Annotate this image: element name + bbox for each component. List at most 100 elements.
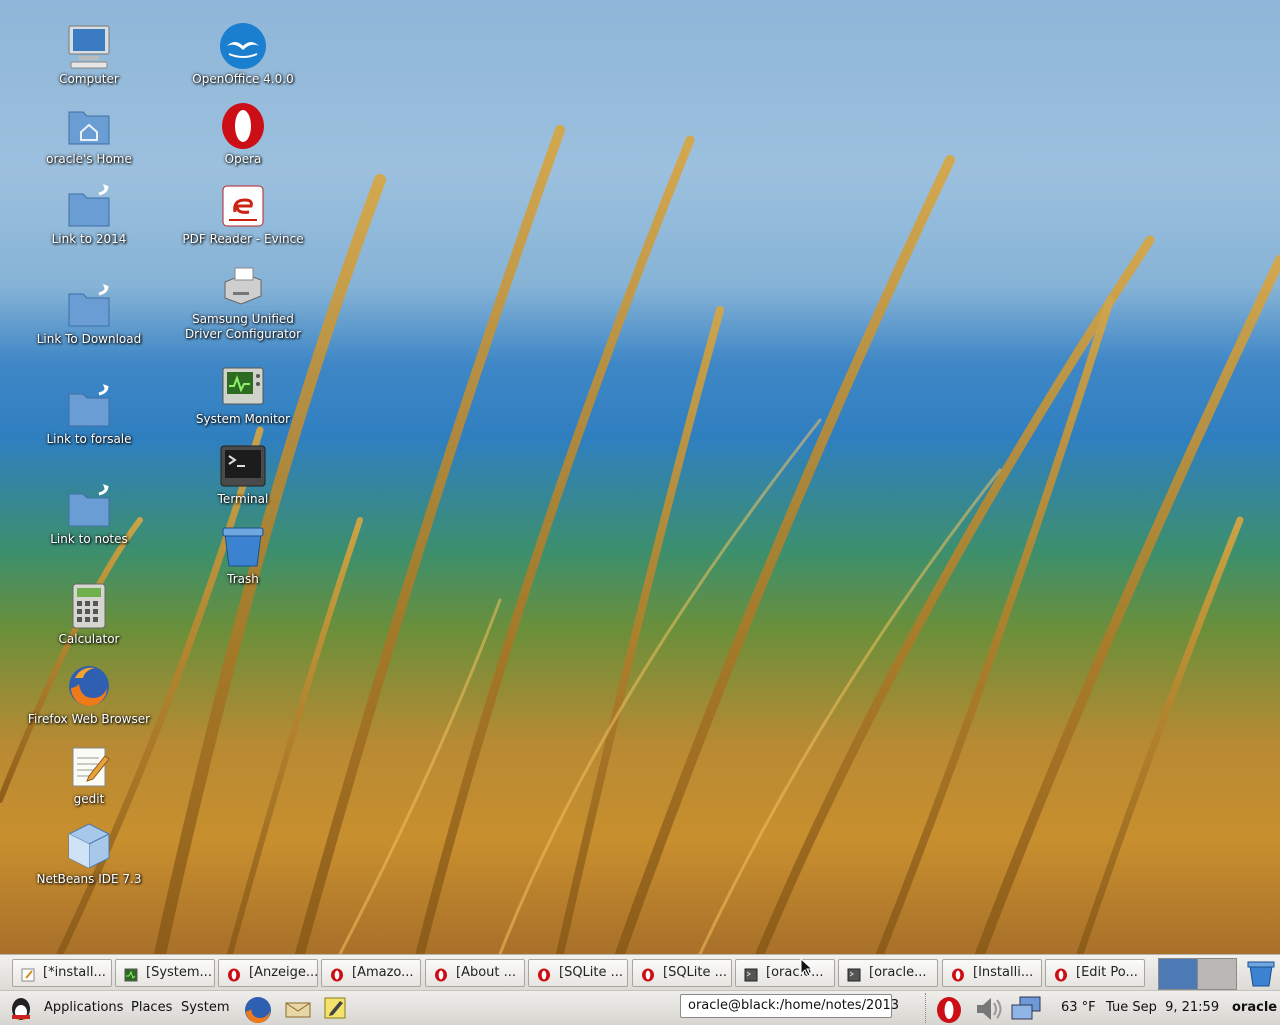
task-button[interactable]: [Edit Po...	[1045, 959, 1145, 987]
task-button[interactable]: [System...	[115, 959, 215, 987]
trash-desktop-icon[interactable]: Trash	[168, 522, 318, 587]
task-label: [Installi...	[973, 965, 1034, 980]
trash-label: Trash	[227, 572, 259, 586]
system-monitor-icon	[124, 966, 138, 982]
computer-icon	[65, 22, 113, 70]
task-button[interactable]: [SQLite ...	[632, 959, 732, 987]
link-notes-desktop-icon[interactable]: Link to notes	[14, 482, 164, 547]
task-button[interactable]: [About ...	[425, 959, 525, 987]
panel-separator	[925, 993, 927, 1023]
netbeans-cube-icon	[65, 822, 113, 870]
firefox-desktop-icon[interactable]: Firefox Web Browser	[14, 662, 164, 727]
opera-desktop-icon[interactable]: Opera	[168, 102, 318, 167]
workspace-2-button[interactable]	[1197, 958, 1237, 990]
gedit-icon	[65, 742, 113, 790]
openoffice-gull-icon	[219, 22, 267, 70]
terminal-label: Terminal	[217, 492, 269, 506]
task-button[interactable]: [SQLite ...	[528, 959, 628, 987]
task-label: [System...	[146, 965, 212, 980]
firefox-label: Firefox Web Browser	[27, 712, 151, 726]
opera-tray-icon[interactable]	[935, 995, 961, 1023]
window-list-bar: [*install... [System... [Anzeige... [Ama…	[0, 954, 1280, 991]
calculator-desktop-icon[interactable]: Calculator	[14, 582, 164, 647]
task-label: [About ...	[456, 965, 517, 980]
folder-link-icon	[65, 382, 113, 430]
workspace-1-button[interactable]	[1158, 958, 1198, 990]
link-forsale-desktop-icon[interactable]: Link to forsale	[14, 382, 164, 447]
openoffice-label: OpenOffice 4.0.0	[192, 72, 294, 86]
system-menu[interactable]: System	[181, 1000, 229, 1015]
computer-desktop-icon[interactable]: Computer	[14, 22, 164, 87]
task-button[interactable]: [Installi...	[942, 959, 1042, 987]
desktop-wallpaper: Computer oracle's Home Link to 2014 Link…	[0, 0, 1280, 954]
home-folder-icon	[65, 102, 113, 150]
samsung-label-line2: Driver Configurator	[184, 327, 302, 341]
task-label: [Edit Po...	[1076, 965, 1138, 980]
opera-icon	[1054, 966, 1068, 982]
netbeans-label: NetBeans IDE 7.3	[36, 872, 142, 886]
network-icon[interactable]	[1010, 995, 1041, 1021]
task-button[interactable]: [oracle...	[838, 959, 938, 987]
trash-applet-icon[interactable]	[1246, 958, 1276, 988]
system-monitor-label: System Monitor	[195, 412, 291, 426]
home-desktop-icon[interactable]: oracle's Home	[14, 102, 164, 167]
user-switcher[interactable]: oracle	[1232, 1000, 1277, 1015]
terminal-desktop-icon[interactable]: Terminal	[168, 442, 318, 507]
firefox-icon	[65, 662, 113, 710]
samsung-desktop-icon[interactable]: Samsung Unified Driver Configurator	[168, 262, 318, 342]
printer-icon	[219, 262, 267, 310]
task-button[interactable]: [Anzeige...	[218, 959, 318, 987]
link-download-label: Link To Download	[36, 332, 142, 346]
volume-icon[interactable]	[973, 995, 1002, 1021]
folder-link-icon	[65, 482, 113, 530]
opera-label: Opera	[224, 152, 262, 166]
trash-icon	[219, 522, 267, 570]
task-label: [Anzeige...	[249, 965, 318, 980]
applications-menu[interactable]: Applications	[44, 1000, 123, 1015]
weather-temperature[interactable]: 63 °F	[1061, 1000, 1096, 1015]
clock[interactable]: Tue Sep 9, 21:59	[1106, 1000, 1219, 1015]
task-label: [oracle...	[766, 965, 824, 980]
link-2014-label: Link to 2014	[51, 232, 127, 246]
opera-icon	[951, 966, 965, 982]
samsung-label-line1: Samsung Unified	[192, 312, 294, 326]
evince-label: PDF Reader - Evince	[182, 232, 304, 246]
opera-icon	[537, 966, 551, 982]
firefox-launcher-icon[interactable]	[243, 995, 271, 1023]
task-button[interactable]: [oracle...	[735, 959, 835, 987]
notes-launcher-icon[interactable]	[322, 995, 348, 1021]
gedit-icon	[21, 966, 35, 982]
mouse-cursor-icon	[800, 958, 814, 977]
netbeans-desktop-icon[interactable]: NetBeans IDE 7.3	[14, 822, 164, 887]
folder-link-icon	[65, 182, 113, 230]
task-label: [oracle...	[869, 965, 927, 980]
terminal-icon	[847, 966, 861, 982]
task-label: [SQLite ...	[663, 965, 728, 980]
pdf-reader-icon	[219, 182, 267, 230]
link-download-desktop-icon[interactable]: Link To Download	[14, 282, 164, 347]
opera-icon	[330, 966, 344, 982]
gedit-label: gedit	[73, 792, 105, 806]
opera-icon	[227, 966, 241, 982]
opera-icon	[434, 966, 448, 982]
computer-label: Computer	[59, 72, 119, 86]
system-monitor-desktop-icon[interactable]: System Monitor	[168, 362, 318, 427]
home-label: oracle's Home	[46, 152, 132, 166]
places-menu[interactable]: Places	[131, 1000, 172, 1015]
window-title-tooltip: oracle@black:/home/notes/2013	[680, 994, 899, 1018]
tooltip-text: oracle@black:/home/notes/2013	[688, 998, 900, 1013]
openoffice-desktop-icon[interactable]: OpenOffice 4.0.0	[168, 22, 318, 87]
calculator-label: Calculator	[58, 632, 120, 646]
link-2014-desktop-icon[interactable]: Link to 2014	[14, 182, 164, 247]
evince-desktop-icon[interactable]: PDF Reader - Evince	[168, 182, 318, 247]
system-monitor-icon	[219, 362, 267, 410]
gedit-desktop-icon[interactable]: gedit	[14, 742, 164, 807]
tux-menu-icon[interactable]	[8, 995, 34, 1021]
folder-link-icon	[65, 282, 113, 330]
task-button[interactable]: [Amazo...	[321, 959, 421, 987]
mail-launcher-icon[interactable]	[284, 995, 311, 1021]
task-label: [SQLite ...	[559, 965, 624, 980]
terminal-icon	[219, 442, 267, 490]
task-button[interactable]: [*install...	[12, 959, 112, 987]
opera-icon	[219, 102, 267, 150]
